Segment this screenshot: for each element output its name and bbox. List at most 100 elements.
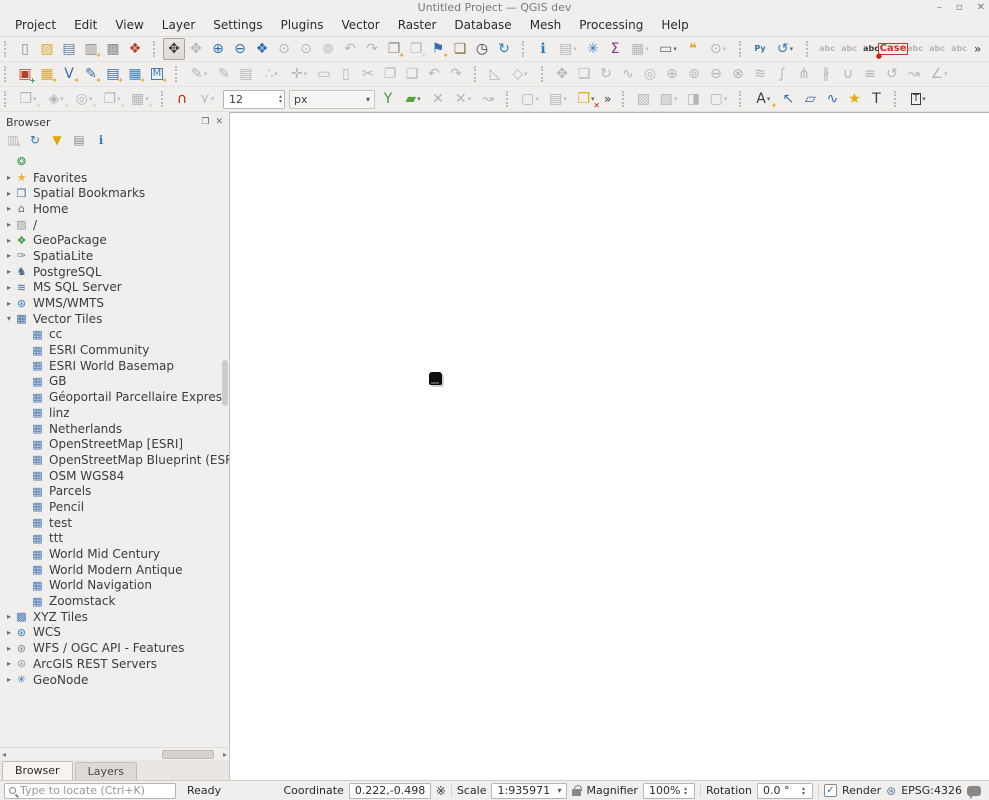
identify-features[interactable]: ℹ [532,38,554,60]
zoom-full-extent[interactable]: ❖ [251,38,273,60]
pan-map[interactable]: ✥ [163,38,185,60]
toolbar-overflow-top[interactable]: » [970,42,985,56]
chevron-down-icon[interactable]: ▾ [573,45,577,53]
scroll-right-arrow-icon[interactable]: ▸ [223,750,227,759]
scroll-thumb[interactable] [162,750,214,759]
tree-item-project-home[interactable]: ❂ [0,154,229,170]
tree-item-vt-gb[interactable]: ▦GB [0,374,229,390]
tree-item-vt-esri-world-basemap[interactable]: ▦ESRI World Basemap [0,358,229,374]
tree-item-vt-pencil[interactable]: ▦Pencil [0,499,229,515]
expander-icon[interactable]: ▸ [4,173,14,182]
chevron-down-icon[interactable]: ▾ [673,45,677,53]
tree-item-ms-sql-server[interactable]: ▸≋MS SQL Server [0,280,229,296]
map-canvas[interactable] [230,112,989,780]
new-map-view[interactable]: ❐✦ [383,38,405,60]
render-checkbox[interactable]: ✓ [824,784,837,797]
expander-icon[interactable]: ▸ [4,612,14,621]
tree-item-postgresql[interactable]: ▸♞PostgreSQL [0,264,229,280]
tree-item-spatial-bookmarks[interactable]: ▸❒Spatial Bookmarks [0,185,229,201]
create-annotation-layer[interactable]: A✦▾ [749,88,777,110]
expander-icon[interactable]: ▸ [4,675,14,684]
rotation-spinbox[interactable]: 0.0 °▴▾ [757,783,813,799]
chevron-down-icon[interactable]: ▾ [468,95,472,103]
tree-item-favorites[interactable]: ▸★Favorites [0,170,229,186]
expander-icon[interactable]: ▸ [4,283,14,292]
tree-item-geopackage[interactable]: ▸❖GeoPackage [0,232,229,248]
chevron-down-icon[interactable]: ▾ [563,95,567,103]
magnifier-spinbox[interactable]: 100%▴▾ [643,783,695,799]
open-project[interactable]: ▨ [36,38,58,60]
expander-icon[interactable]: ▸ [4,251,14,260]
chevron-down-icon[interactable]: ▾ [304,70,308,78]
tree-item-vt-osm-wgs84[interactable]: ▦OSM WGS84 [0,468,229,484]
add-mesh-layer[interactable]: M✦ [146,63,168,85]
tree-item-vt-ttt[interactable]: ▦ttt [0,531,229,547]
tree-item-xyz-tiles[interactable]: ▸▩XYZ Tiles [0,609,229,625]
chevron-down-icon[interactable]: ▾ [922,95,926,103]
tree-item-wcs[interactable]: ▸⊛WCS [0,625,229,641]
menu-vector[interactable]: Vector [332,15,388,36]
tree-item-geonode[interactable]: ▸✳GeoNode [0,672,229,688]
tree-item-wfs-ogc-api[interactable]: ▸⊛WFS / OGC API - Features [0,640,229,656]
add-delimited-text-layer[interactable]: ✎✦ [80,63,102,85]
toolbar-drag-handle[interactable] [175,66,181,82]
refresh-browser[interactable]: ↻ [26,131,44,149]
text-annotation[interactable]: T [865,88,887,110]
text-annotation-along-line[interactable]: T▾ [904,88,932,110]
tree-item-root-folder[interactable]: ▸▨/ [0,217,229,233]
chevron-down-icon[interactable]: ▾ [723,45,727,53]
line-annotation[interactable]: ∿ [821,88,843,110]
snapping-units[interactable]: px▾ [289,90,375,109]
deselect-all[interactable]: ❒✕▾ [572,88,600,110]
crs-status[interactable]: EPSG:4326 [901,784,962,797]
data-source-manager[interactable]: ▣+ [14,63,36,85]
measure-line[interactable]: ▭▾ [654,38,682,60]
minimize-button[interactable]: – [937,0,942,15]
scale-combobox[interactable]: 1:935971▾ [491,783,567,799]
spin-arrows-icon[interactable]: ▴▾ [279,94,284,104]
save-project[interactable]: ▤ [58,38,80,60]
tree-item-vt-openstreetmap-esri[interactable]: ▦OpenStreetMap [ESRI] [0,436,229,452]
expander-icon[interactable]: ▸ [4,628,14,637]
toolbar-drag-handle[interactable] [4,41,10,57]
tree-item-vt-world-navigation[interactable]: ▦World Navigation [0,578,229,594]
menu-layer[interactable]: Layer [153,15,204,36]
close-panel-button[interactable]: ✕ [215,117,223,127]
coordinate-field[interactable]: 0.222,-0.498 [349,783,431,799]
tree-item-spatialite[interactable]: ▸✑SpatiaLite [0,248,229,264]
chevron-down-icon[interactable]: ▾ [524,70,528,78]
menu-processing[interactable]: Processing [570,15,652,36]
toolbar-drag-handle[interactable] [894,91,900,107]
locator-input[interactable]: Type to locate (Ctrl+K) [4,783,176,799]
polygon-annotation[interactable]: ▱ [799,88,821,110]
add-vector-layer[interactable]: V✦ [58,63,80,85]
show-spatial-bookmarks[interactable]: ❏ [449,38,471,60]
expander-icon[interactable]: ▸ [4,189,14,198]
zoom-out[interactable]: ⊖ [229,38,251,60]
toolbar-drag-handle[interactable] [4,91,10,107]
menu-view[interactable]: View [106,15,152,36]
toolbar-drag-handle[interactable] [806,41,812,57]
chevron-down-icon[interactable]: ▾ [535,95,539,103]
temporal-controller[interactable]: ◷ [471,38,493,60]
chevron-down-icon[interactable]: ▾ [724,95,728,103]
tab-browser[interactable]: Browser [2,761,73,780]
menu-raster[interactable]: Raster [389,15,446,36]
chevron-down-icon[interactable]: ▾ [944,70,948,78]
expander-icon[interactable]: ▸ [4,220,14,229]
toolbar-drag-handle[interactable] [739,91,745,107]
toolbar-drag-handle[interactable] [541,66,547,82]
filter-browser[interactable]: ▼ [48,131,66,149]
zoom-in[interactable]: ⊕ [207,38,229,60]
tree-item-vt-osm-blueprint[interactable]: ▦OpenStreetMap Blueprint (ESRI) [0,452,229,468]
expander-icon[interactable]: ▸ [4,659,14,668]
collapse-all[interactable]: ▤ [70,131,88,149]
toolbar-drag-handle[interactable] [161,91,167,107]
messages-icon[interactable] [967,786,981,796]
plugin-reload[interactable]: ↺▾ [771,38,799,60]
tree-item-vt-parcels[interactable]: ▦Parcels [0,483,229,499]
toolbar-drag-handle[interactable] [153,41,159,57]
menu-plugins[interactable]: Plugins [271,15,332,36]
expander-icon[interactable]: ▸ [4,299,14,308]
chevron-down-icon[interactable]: ▾ [790,45,794,53]
